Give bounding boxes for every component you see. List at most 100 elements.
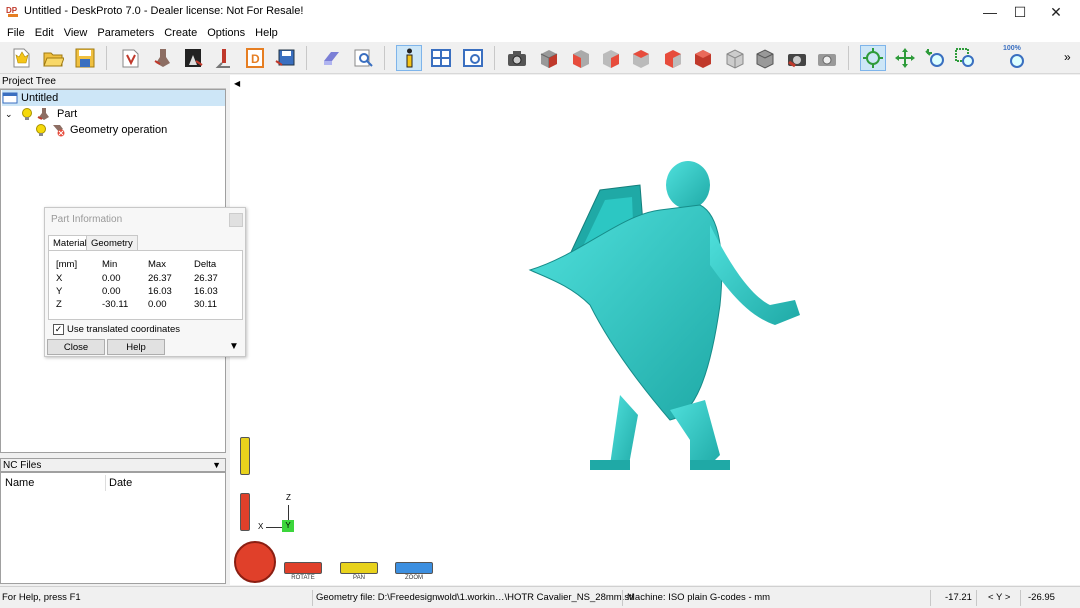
project-icon [2,91,18,105]
view-right-icon[interactable] [660,45,686,71]
column-header: Min [102,259,118,270]
menu-file[interactable]: File [2,27,30,39]
column-header-name[interactable]: Name [5,477,34,489]
tree-item-geometry-operation[interactable]: Geometry operation [35,122,167,138]
machine-icon[interactable]: D [242,45,268,71]
tree-item-part[interactable]: ⌄ Part [5,106,77,122]
nc-files-title: NC Files [3,460,42,471]
nc-files-list: Name Date [0,472,226,584]
menu-help[interactable]: Help [250,27,283,39]
close-button[interactable]: Close [47,339,105,355]
table-cell-delta: 26.37 [194,273,218,284]
zoom-slider[interactable] [395,562,433,574]
table-cell-axis: Z [56,299,62,310]
dropdown-arrow-icon[interactable]: ▼ [212,459,221,472]
open-folder-icon[interactable] [40,45,66,71]
inspect-icon[interactable] [350,45,376,71]
tool-icon[interactable] [212,45,238,71]
window-layout-icon[interactable] [428,45,454,71]
camera-icon[interactable] [504,45,530,71]
menu-parameters[interactable]: Parameters [92,27,159,39]
zoom-100-label: 100% [1003,45,1021,52]
tree-item-label: Geometry operation [70,124,168,136]
menu-create[interactable]: Create [159,27,202,39]
status-geometry-file: Geometry file: D:\Freedesignwold\1.worki… [316,592,634,603]
chevron-down-icon[interactable]: ⌄ [5,109,15,120]
zoom-in-icon[interactable] [922,45,948,71]
rotate-label: ROTATE [291,575,315,581]
eraser-icon[interactable] [318,45,344,71]
translated-coordinates-checkbox[interactable]: ✓ [53,324,64,335]
status-machine: Machine: ISO plain G-codes - mm [627,592,771,603]
rotate-slider[interactable] [284,562,322,574]
dialog-title: Part Information [51,214,123,225]
help-button[interactable]: Help [107,339,165,355]
view-top-icon[interactable] [690,45,716,71]
export-nc-icon[interactable] [272,45,298,71]
lightbulb-icon[interactable] [35,123,49,137]
new-file-icon[interactable] [8,45,34,71]
column-header-date[interactable]: Date [109,477,132,489]
status-bar: For Help, press F1 Geometry file: D:\Fre… [0,586,1080,608]
axis-x-label: X [258,522,264,531]
window-title: Untitled - DeskProto 7.0 - Dealer licens… [24,5,304,17]
axis-z-label: Z [286,493,291,502]
3d-viewport[interactable]: ◀ Z X Y ROTATE PAN ZOOM [230,75,1080,585]
zoom-100-icon[interactable]: 100% [1002,45,1032,71]
view-left-icon[interactable] [628,45,654,71]
table-cell-axis: Y [56,286,63,297]
column-header: [mm] [56,259,78,270]
table-cell-max: 0.00 [148,299,167,310]
menu-options[interactable]: Options [202,27,250,39]
table-cell-delta: 30.11 [194,299,218,310]
pan-label: PAN [353,575,365,581]
rotate-slider-vertical[interactable] [240,493,250,531]
operation-icon [51,123,67,137]
view-front-icon[interactable] [568,45,594,71]
lightbulb-icon[interactable] [21,107,35,121]
view-wire-icon[interactable] [752,45,778,71]
bitmap-icon[interactable] [180,45,206,71]
axis-y-label: Y [282,520,294,532]
checkbox-label: Use translated coordinates [67,324,181,335]
part-info-icon[interactable] [396,45,422,71]
toolbar-overflow-button[interactable]: » [1064,50,1071,64]
pan-tool-icon[interactable] [892,45,918,71]
dialog-close-icon[interactable] [229,213,243,227]
project-tree-header: Project Tree [0,75,226,89]
collapse-left-icon[interactable]: ◀ [234,79,240,88]
menu-edit[interactable]: Edit [30,27,59,39]
tree-item-untitled[interactable]: Untitled [2,90,225,106]
menu-bar: File Edit View Parameters Create Options… [0,24,1080,42]
table-cell-min: 0.00 [102,286,121,297]
zoom-window-icon[interactable] [952,45,978,71]
tab-geometry[interactable]: Geometry [86,235,138,250]
tree-item-label: Untitled [21,92,59,104]
screenshot-icon[interactable] [784,45,810,71]
window-view-icon[interactable] [460,45,486,71]
pan-slider[interactable] [340,562,378,574]
render-icon[interactable] [814,45,840,71]
status-coord-x: -17.21 [945,592,972,603]
part-parameters-icon[interactable] [150,45,176,71]
menu-view[interactable]: View [59,27,93,39]
table-cell-delta: 16.03 [194,286,218,297]
maximize-button[interactable]: ☐ [1002,0,1038,24]
dimensions-table: [mm] Min Max Delta X 0.00 26.37 26.37 Y … [48,250,243,320]
view-back-icon[interactable] [598,45,624,71]
import-geometry-icon[interactable] [118,45,144,71]
nc-files-header: NC Files ▼ [0,458,226,472]
svg-text:D: D [251,52,260,66]
pan-slider-vertical[interactable] [240,437,250,475]
expand-down-icon[interactable]: ▼ [229,341,239,352]
close-window-button[interactable]: ✕ [1038,0,1074,24]
rotate-tool-icon[interactable] [860,45,886,71]
status-help-text: For Help, press F1 [2,592,81,603]
save-icon[interactable] [72,45,98,71]
table-cell-max: 16.03 [148,286,172,297]
view-iso-icon[interactable] [536,45,562,71]
rotate-dial[interactable] [234,541,276,583]
title-bar: DP Untitled - DeskProto 7.0 - Dealer lic… [0,0,1080,24]
view-bottom-icon[interactable] [722,45,748,71]
tree-item-label: Part [57,108,78,120]
